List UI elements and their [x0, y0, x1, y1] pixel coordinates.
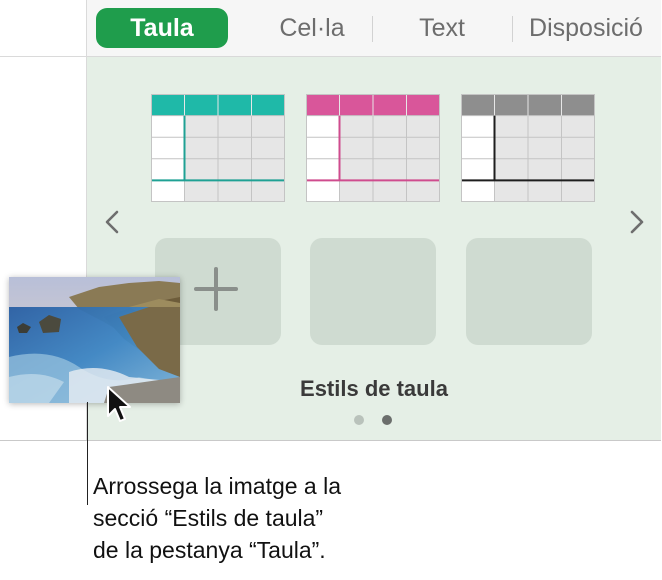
dragged-photo[interactable]: [9, 277, 180, 403]
tab-taula[interactable]: Taula: [96, 8, 228, 48]
toolbar-divider: [0, 56, 86, 57]
mouse-cursor-icon: [107, 386, 131, 422]
prev-styles-button[interactable]: [99, 205, 125, 239]
table-style-gray[interactable]: [461, 94, 595, 202]
table-style-teal-graphic: [151, 94, 285, 202]
caption-line-3: de la pestanya “Taula”.: [93, 537, 326, 563]
empty-style-slot[interactable]: [466, 238, 592, 345]
caption-line-1: Arrossega la imatge a la: [93, 473, 342, 499]
tab-separator: [512, 16, 513, 42]
plus-icon: [194, 267, 238, 311]
empty-style-slot[interactable]: [310, 238, 436, 345]
page-dot-1[interactable]: [354, 415, 364, 425]
format-tab-bar: Taula Cel·la Text Disposició: [87, 0, 661, 57]
tab-cella[interactable]: Cel·la: [253, 8, 371, 48]
chevron-right-icon: [630, 210, 644, 234]
callout-line: [87, 402, 88, 505]
table-style-gray-graphic: [461, 94, 595, 202]
page-indicator: [354, 415, 414, 427]
table-style-pink-graphic: [306, 94, 440, 202]
chevron-left-icon: [105, 210, 119, 234]
table-style-teal[interactable]: [151, 94, 285, 202]
caption-line-2: secció “Estils de taula”: [93, 505, 324, 531]
tab-disposicio[interactable]: Disposició: [519, 8, 653, 48]
tab-separator: [372, 16, 373, 42]
page-dot-2[interactable]: [382, 415, 392, 425]
tab-text[interactable]: Text: [383, 8, 501, 48]
next-styles-button[interactable]: [624, 205, 650, 239]
callout-caption: Arrossega la imatge a la secció “Estils …: [93, 470, 453, 566]
coast-photo-image: [9, 277, 180, 403]
table-style-pink[interactable]: [306, 94, 440, 202]
